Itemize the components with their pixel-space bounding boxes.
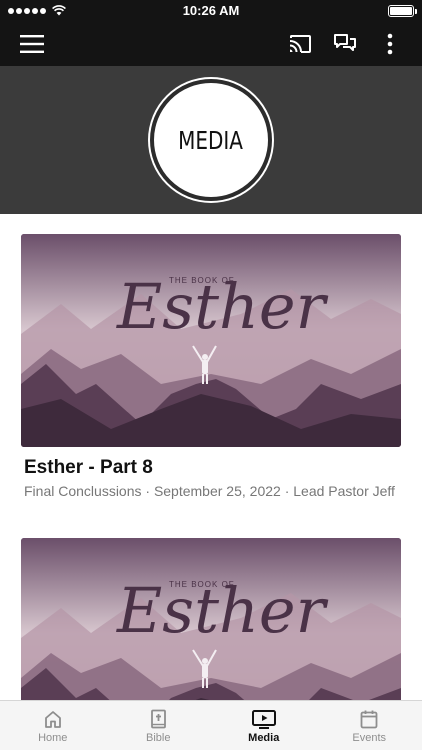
media-thumbnail[interactable]: THE BOOK OF Esther [21, 234, 401, 447]
thumbnail-script-title: Esther [117, 270, 326, 343]
media-thumbnail[interactable]: THE BOOK OF Esther [21, 538, 401, 700]
cast-button[interactable] [284, 28, 316, 60]
bible-icon [151, 709, 167, 729]
media-card[interactable]: THE BOOK OF Esther Esther - Part 8 Final… [21, 234, 401, 499]
menu-button[interactable] [16, 28, 48, 60]
tab-events[interactable]: Events [317, 701, 422, 750]
tab-home-label: Home [38, 732, 68, 744]
bottom-tab-bar: Home Bible Media Events [0, 700, 422, 750]
app-toolbar [0, 22, 422, 66]
tab-bible-label: Bible [146, 732, 171, 744]
tab-bible[interactable]: Bible [106, 701, 212, 750]
tab-media[interactable]: Media [211, 701, 317, 750]
battery-icon [388, 5, 417, 17]
home-icon [44, 711, 61, 728]
calendar-icon [360, 710, 378, 729]
media-meta: Final Conclussions · September 25, 2022 … [24, 483, 395, 499]
more-options-button[interactable] [374, 28, 406, 60]
hamburger-menu-icon [20, 35, 44, 53]
media-badge-text: MEDIA [178, 125, 244, 155]
thumbnail-script-title: Esther [117, 574, 326, 647]
media-title[interactable]: Esther - Part 8 [21, 457, 401, 479]
cast-icon [289, 35, 311, 53]
tab-home[interactable]: Home [0, 701, 106, 750]
status-time: 10:26 AM [182, 3, 240, 18]
tab-media-label: Media [248, 732, 280, 744]
media-badge: MEDIA [150, 79, 272, 201]
media-play-icon [251, 710, 276, 729]
tab-events-label: Events [352, 732, 387, 744]
chat-bubbles-icon [334, 34, 356, 51]
media-card[interactable]: THE BOOK OF Esther [21, 538, 401, 700]
chat-button[interactable] [329, 28, 361, 60]
status-bar: 10:26 AM [0, 0, 422, 22]
more-vertical-icon [387, 33, 393, 55]
media-header: MEDIA [0, 66, 422, 214]
media-feed[interactable]: THE BOOK OF Esther Esther - Part 8 Final… [0, 214, 422, 700]
